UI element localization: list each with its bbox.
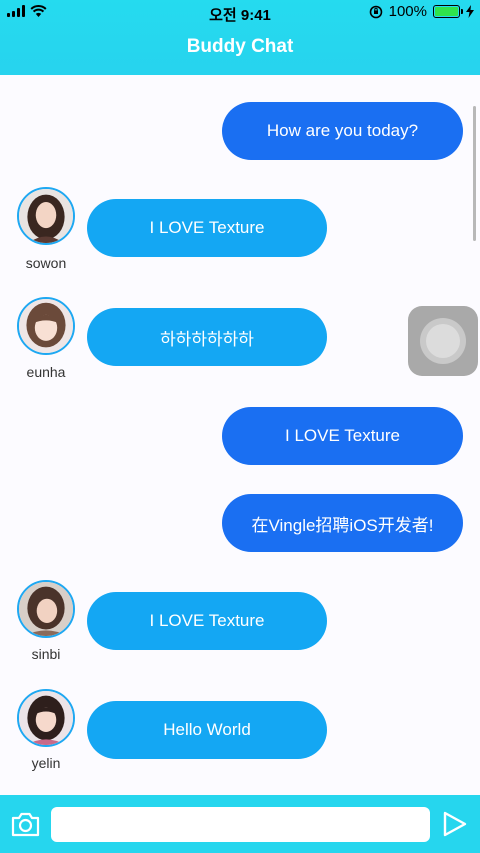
camera-icon[interactable] xyxy=(10,810,41,838)
message-bubble-incoming[interactable]: Hello World xyxy=(87,701,327,759)
avatar-yelin[interactable] xyxy=(17,689,75,747)
username-label: sinbi xyxy=(31,646,61,662)
message-bubble-incoming[interactable]: I LOVE Texture xyxy=(87,199,327,257)
username-label: sowon xyxy=(25,255,67,271)
avatar-sinbi[interactable] xyxy=(17,580,75,638)
app-header: 오전 9:41 100% Buddy Chat xyxy=(0,0,480,75)
message-input[interactable] xyxy=(51,807,430,842)
battery-icon xyxy=(433,5,463,18)
message-composer xyxy=(0,795,480,853)
orientation-lock-icon xyxy=(369,5,382,18)
message-bubble-outgoing[interactable]: I LOVE Texture xyxy=(222,407,463,465)
send-icon[interactable] xyxy=(442,810,468,838)
assistive-touch-button[interactable] xyxy=(408,306,478,376)
charging-bolt-icon xyxy=(466,5,474,18)
message-bubble-incoming[interactable]: I LOVE Texture xyxy=(87,592,327,650)
username-label: yelin xyxy=(31,755,61,771)
username-label: eunha xyxy=(26,364,66,380)
page-title: Buddy Chat xyxy=(186,36,294,57)
avatar-sowon[interactable] xyxy=(17,187,75,245)
assistive-touch-icon xyxy=(420,318,466,364)
message-bubble-incoming[interactable]: 하하하하하하 xyxy=(87,308,327,366)
message-bubble-outgoing[interactable]: How are you today? xyxy=(222,102,463,160)
scrollbar[interactable] xyxy=(473,106,476,241)
status-bar: 오전 9:41 100% xyxy=(0,0,480,26)
message-bubble-outgoing[interactable]: 在Vingle招聘iOS开发者! xyxy=(222,494,463,552)
battery-percent: 100% xyxy=(388,3,427,20)
avatar-eunha[interactable] xyxy=(17,297,75,355)
